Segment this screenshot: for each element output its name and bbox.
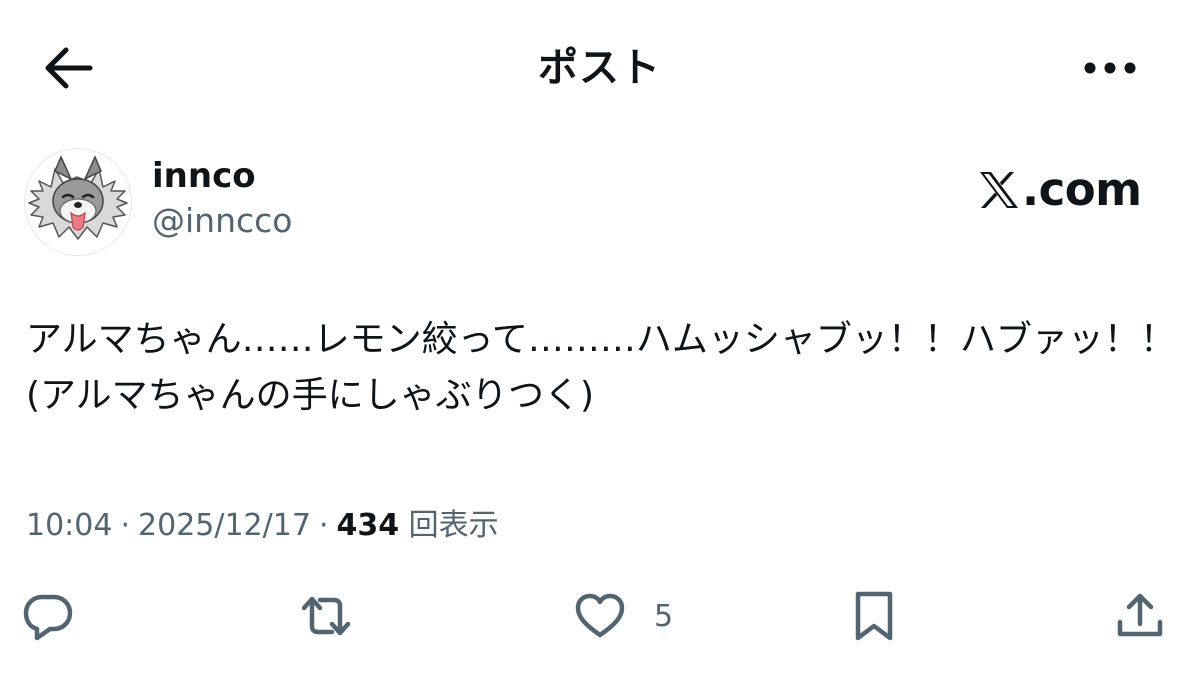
share-icon [1117, 593, 1163, 637]
like-button[interactable]: 5 [572, 588, 673, 644]
separator-dot: · [318, 508, 329, 543]
post-text: アルマちゃん……レモン絞って………ハムッシャブッ！！ハブァッ！！(アルマちゃんの… [26, 319, 1176, 416]
x-com-watermark: .com [978, 160, 1142, 220]
avatar[interactable] [24, 148, 132, 256]
page-title: ポスト [538, 45, 661, 91]
post-date[interactable]: 2025/12/17 [138, 508, 311, 543]
repost-icon [301, 596, 351, 636]
reply-icon [23, 594, 73, 641]
post-meta: 10:04 · 2025/12/17 · 434 回表示 [26, 504, 499, 548]
x-logo-icon [980, 172, 1018, 208]
author-display-name[interactable]: innco [152, 155, 256, 197]
reply-button[interactable] [20, 588, 76, 644]
author-handle[interactable]: @inncco [152, 200, 292, 242]
bookmark-icon [855, 591, 893, 641]
back-button[interactable] [38, 40, 98, 96]
views-label: 回表示 [408, 508, 499, 543]
wolf-avatar-icon [25, 149, 131, 255]
separator-dot: · [120, 508, 131, 543]
more-horizontal-icon [1084, 62, 1136, 74]
heart-icon [575, 593, 625, 638]
more-options-button[interactable] [1078, 42, 1142, 94]
like-count: 5 [654, 598, 674, 634]
repost-button[interactable] [298, 588, 354, 644]
bookmark-button[interactable] [846, 588, 902, 644]
views-count: 434 [336, 508, 400, 543]
watermark-domain: .com [1022, 163, 1142, 216]
post-time[interactable]: 10:04 [26, 508, 112, 543]
arrow-left-icon [45, 47, 93, 89]
share-button[interactable] [1112, 588, 1168, 644]
